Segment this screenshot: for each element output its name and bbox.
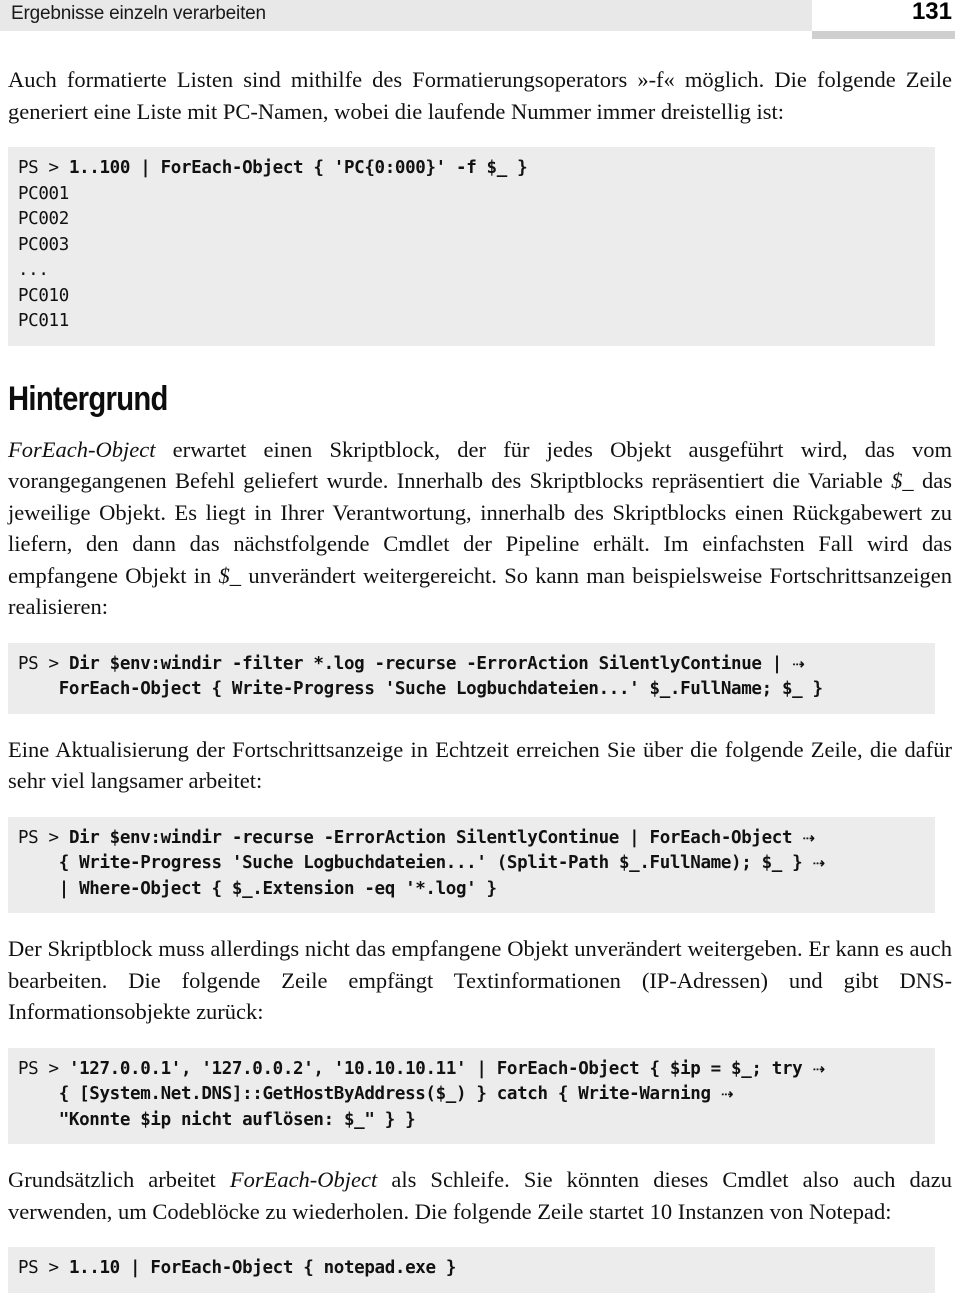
inline-var-dollar-underscore-2: $_ — [218, 562, 242, 588]
code-prompt: PS > — [18, 653, 69, 674]
section-heading-hintergrund: Hintergrund — [8, 379, 168, 418]
code-command: 1..10 | ForEach-Object { notepad.exe } — [68, 1258, 457, 1278]
line-continuation-arrow-icon: ⇢ — [812, 854, 826, 872]
code-command-line-2: { Write-Progress 'Suche Logbuchdateien..… — [18, 853, 813, 873]
header-rule — [812, 31, 955, 39]
paragraph-intro: Auch formatierte Listen sind mithilfe de… — [8, 67, 952, 124]
code-prompt: PS > — [18, 1058, 69, 1079]
line-continuation-arrow-icon: ⇢ — [802, 828, 815, 847]
inline-cmdlet-name: ForEach-Object — [229, 1167, 378, 1192]
inline-var-dollar-underscore-1: $_ — [891, 468, 914, 493]
line-continuation-arrow-icon: ⇢ — [792, 654, 805, 673]
code-command-line-1: Dir $env:windir -filter *.log -recurse -… — [68, 653, 793, 674]
code-block-foreach-format: PS > 1..100 | ForEach-Object { 'PC{0:000… — [8, 147, 935, 346]
code-command: 1..100 | ForEach-Object { 'PC{0:000}' -f… — [68, 158, 528, 178]
code-command-line-1: '127.0.0.1', '127.0.0.2', '10.10.10.11' … — [68, 1058, 813, 1079]
paragraph-background: ForEach-Object erwartet einen Skriptbloc… — [8, 434, 952, 623]
code-prompt: PS > — [18, 1258, 69, 1278]
page-header: Ergebnisse einzeln verarbeiten 131 — [0, 0, 960, 40]
line-continuation-arrow-icon: ⇢ — [720, 1085, 734, 1103]
code-block-split-path: PS > Dir $env:windir -recurse -ErrorActi… — [8, 816, 935, 913]
inline-cmdlet-name: ForEach-Object — [8, 436, 156, 462]
code-command-line-2: { [System.Net.DNS]::GetHostByAddress($_)… — [18, 1084, 721, 1104]
code-prompt: PS > — [18, 827, 69, 848]
paragraph-loop: Grundsätzlich arbeitet ForEach-Object al… — [8, 1164, 952, 1227]
code-command-line-3: | Where-Object { $_.Extension -eq '*.log… — [18, 878, 497, 899]
line-continuation-arrow-icon: ⇢ — [812, 1059, 826, 1078]
code-command-line-2: ForEach-Object { Write-Progress 'Suche L… — [18, 679, 823, 699]
page-number: 131 — [911, 0, 952, 25]
loop-text-1: Grundsätzlich arbeitet — [8, 1167, 230, 1192]
code-block-dns-lookup: PS > '127.0.0.1', '127.0.0.2', '10.10.10… — [8, 1047, 935, 1144]
running-title: Ergebnisse einzeln verarbeiten — [11, 3, 266, 24]
paragraph-modify: Der Skriptblock muss allerdings nicht da… — [8, 936, 952, 1024]
code-command-line-1: Dir $env:windir -recurse -ErrorAction Si… — [68, 827, 803, 848]
paragraph-realtime: Eine Aktualisierung der Fortschrittsanze… — [8, 736, 952, 794]
code-prompt: PS > — [18, 158, 69, 178]
code-command-line-3: "Konnte $ip nicht auflösen: $_" } } — [18, 1109, 416, 1130]
code-block-write-progress: PS > Dir $env:windir -filter *.log -recu… — [8, 642, 935, 714]
code-block-notepad: PS > 1..10 | ForEach-Object { notepad.ex… — [8, 1247, 935, 1293]
code-output: PC001 PC002 PC003 ... PC010 PC011 — [18, 183, 69, 332]
page-content: Auch formatierte Listen sind mithilfe de… — [0, 64, 960, 1293]
